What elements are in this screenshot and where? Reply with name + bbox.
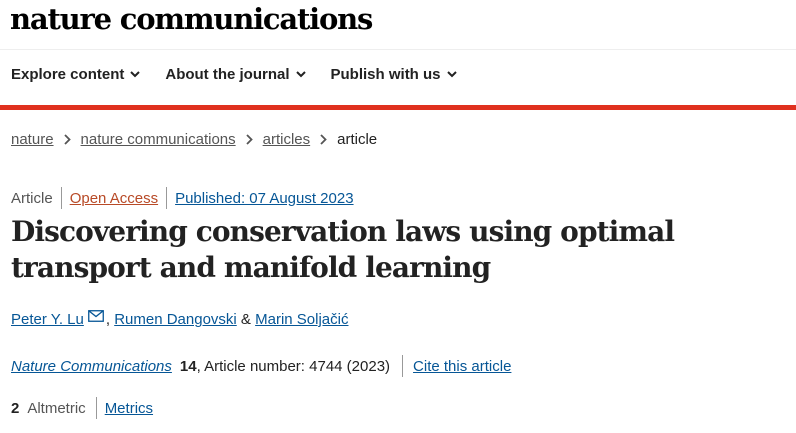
journal-link[interactable]: Nature Communications bbox=[11, 358, 172, 375]
main-nav: Explore content About the journal Publis… bbox=[11, 66, 482, 83]
article-title: Discovering conservation laws using opti… bbox=[11, 215, 675, 284]
chevron-right-icon bbox=[245, 134, 253, 145]
author-link[interactable]: Marin Soljačić bbox=[255, 311, 348, 328]
nav-label: Publish with us bbox=[330, 66, 441, 83]
chevron-right-icon bbox=[320, 134, 327, 145]
chevron-right-icon bbox=[63, 134, 71, 145]
author-link[interactable]: Peter Y. Lu bbox=[11, 311, 84, 328]
nav-label: About the journal bbox=[165, 66, 290, 83]
author-separator: , bbox=[105, 311, 111, 328]
nav-about-journal[interactable]: About the journal bbox=[165, 66, 306, 83]
nav-explore-content[interactable]: Explore content bbox=[11, 66, 141, 83]
altmetric-label: Altmetric bbox=[27, 399, 86, 417]
published-date-link[interactable]: Published: 07 August 2023 bbox=[175, 190, 353, 207]
author-link[interactable]: Rumen Dangovski bbox=[114, 311, 237, 328]
header-divider bbox=[0, 49, 796, 50]
altmetric-count: 2 bbox=[11, 399, 20, 417]
mail-icon[interactable] bbox=[87, 309, 104, 322]
breadcrumb-nature-communications[interactable]: nature communications bbox=[81, 131, 236, 148]
metrics-line: 2 Altmetric Metrics bbox=[11, 397, 153, 419]
metrics-link[interactable]: Metrics bbox=[105, 400, 153, 417]
citation-line: Nature Communications 14 , Article numbe… bbox=[11, 355, 511, 377]
accent-bar bbox=[0, 105, 796, 110]
breadcrumb-nature[interactable]: nature bbox=[11, 131, 54, 148]
divider bbox=[402, 355, 404, 377]
breadcrumb-articles[interactable]: articles bbox=[263, 131, 311, 148]
chevron-down-icon bbox=[446, 71, 457, 78]
author-list: Peter Y. Lu , Rumen Dangovski & Marin So… bbox=[11, 309, 348, 328]
breadcrumb-current: article bbox=[337, 131, 378, 148]
volume-number: 14 bbox=[179, 357, 197, 375]
chevron-down-icon bbox=[295, 71, 306, 78]
open-access-link[interactable]: Open Access bbox=[70, 190, 158, 207]
journal-logo[interactable]: nature communications bbox=[10, 2, 373, 36]
article-type: Article bbox=[11, 189, 53, 207]
divider bbox=[166, 187, 168, 209]
author-separator: & bbox=[240, 311, 251, 328]
nav-label: Explore content bbox=[11, 66, 125, 83]
divider bbox=[60, 187, 62, 209]
breadcrumb: nature nature communications articles ar… bbox=[11, 131, 377, 148]
article-number: , Article number: 4744 (2023) bbox=[196, 357, 391, 375]
chevron-down-icon bbox=[130, 71, 141, 78]
divider bbox=[95, 397, 97, 419]
cite-this-article-link[interactable]: Cite this article bbox=[413, 358, 511, 375]
nav-publish-with-us[interactable]: Publish with us bbox=[331, 66, 457, 83]
article-meta: Article Open Access Published: 07 August… bbox=[11, 187, 354, 209]
